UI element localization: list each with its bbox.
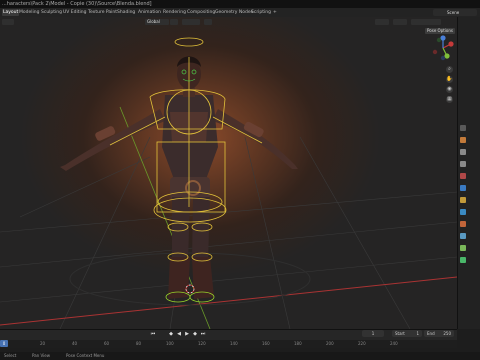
viewport-header: Global — [0, 17, 457, 27]
navigation-gizmo[interactable] — [430, 35, 456, 61]
viewport-3d[interactable] — [0, 17, 457, 329]
frame-ruler[interactable]: 20 40 60 80 100 120 140 160 180 200 220 … — [0, 340, 457, 348]
tab-uv-editing[interactable]: UV Editing — [62, 9, 87, 16]
frame-tick: 180 — [294, 341, 302, 346]
show-overlays-button[interactable] — [393, 19, 407, 25]
snap-button[interactable] — [182, 19, 200, 25]
end-frame-label: End — [427, 331, 435, 336]
tab-texture-paint[interactable]: Texture Paint — [87, 9, 118, 16]
transform-orientation-label: Global — [147, 19, 160, 24]
tab-compositing[interactable]: Compositing — [186, 9, 216, 16]
start-frame-field[interactable]: Start 1 — [392, 330, 422, 337]
tab-rendering[interactable]: Rendering — [162, 9, 187, 16]
tab-scripting[interactable]: Scripting — [250, 9, 272, 16]
end-frame-field[interactable]: End 250 — [424, 330, 454, 337]
jump-keyframe-forward-icon[interactable]: ◆ — [192, 331, 198, 337]
start-frame-label: Start — [395, 331, 405, 336]
tab-geometry-nodes[interactable]: Geometry Nodes — [214, 9, 254, 16]
playhead-frame-indicator[interactable]: 0 — [0, 340, 8, 347]
scene-icon[interactable] — [460, 173, 466, 179]
status-select-hint: Select — [4, 353, 17, 358]
show-gizmo-button[interactable] — [375, 19, 389, 25]
x-axis-line — [0, 276, 457, 326]
frame-tick: 200 — [326, 341, 334, 346]
viewport-scene — [0, 37, 457, 329]
editor-type-button[interactable] — [2, 19, 14, 25]
current-frame-field[interactable]: 1 — [362, 330, 384, 337]
tab-layout[interactable]: Layout — [2, 9, 20, 16]
status-pan-hint: Pan View — [32, 353, 50, 358]
window-titlebar: ...haracters\Pack 2\Model - Copie (30)\S… — [0, 0, 480, 8]
frame-tick: 100 — [166, 341, 174, 346]
zoom-icon[interactable]: ⌕ — [446, 66, 453, 73]
transform-orientation-select[interactable]: Global — [145, 19, 169, 25]
end-frame-value: 250 — [443, 331, 451, 336]
perspective-toggle-icon[interactable]: ▦ — [446, 96, 453, 103]
tab-sculpting[interactable]: Sculpting — [40, 9, 63, 16]
shading-mode-buttons[interactable] — [411, 19, 441, 25]
frame-tick: 20 — [40, 341, 46, 346]
jump-end-icon[interactable]: ⏭ — [200, 331, 206, 337]
workspace-tabs-bar: Layout Modeling Sculpting UV Editing Tex… — [0, 8, 480, 17]
add-workspace-button[interactable]: + — [272, 9, 278, 16]
play-icon[interactable]: ▶ — [184, 331, 190, 337]
modifiers-icon[interactable] — [460, 209, 466, 215]
camera-view-icon[interactable]: ◉ — [446, 86, 453, 93]
world-icon[interactable] — [460, 185, 466, 191]
frame-tick: 160 — [262, 341, 270, 346]
frame-tick: 60 — [104, 341, 110, 346]
tool-icon[interactable] — [460, 125, 466, 131]
view-layer-icon[interactable] — [460, 161, 466, 167]
output-icon[interactable] — [460, 149, 466, 155]
tab-animation[interactable]: Animation — [137, 9, 162, 16]
proportional-edit-button[interactable] — [204, 19, 212, 25]
frame-tick: 220 — [358, 341, 366, 346]
scene-label: Scene — [447, 10, 460, 15]
frame-tick: 120 — [198, 341, 206, 346]
frame-tick: 80 — [136, 341, 142, 346]
pivot-point-button[interactable] — [170, 19, 178, 25]
physics-icon[interactable] — [460, 233, 466, 239]
data-icon[interactable] — [460, 257, 466, 263]
window-title: ...haracters\Pack 2\Model - Copie (30)\S… — [2, 1, 152, 7]
render-icon[interactable] — [460, 137, 466, 143]
particles-icon[interactable] — [460, 221, 466, 227]
scene-selector[interactable]: Scene — [433, 9, 477, 16]
tab-shading[interactable]: Shading — [116, 9, 136, 16]
start-frame-value: 1 — [416, 331, 419, 336]
frame-tick: 240 — [390, 341, 398, 346]
pose-options-button[interactable]: Pose Options — [425, 28, 455, 34]
status-context-hint: Pose Context Menu — [66, 353, 105, 358]
play-reverse-icon[interactable]: ◀ — [176, 331, 182, 337]
object-icon[interactable] — [460, 197, 466, 203]
frame-tick: 40 — [72, 341, 78, 346]
tab-modeling[interactable]: Modeling — [18, 9, 40, 16]
jump-start-icon[interactable]: ⏮ — [150, 331, 156, 337]
constraints-icon[interactable] — [460, 245, 466, 251]
jump-keyframe-back-icon[interactable]: ◆ — [168, 331, 174, 337]
pan-hand-icon[interactable]: ✋ — [446, 76, 453, 83]
status-bar: Select Pan View Pose Context Menu — [0, 352, 480, 360]
frame-tick: 140 — [230, 341, 238, 346]
